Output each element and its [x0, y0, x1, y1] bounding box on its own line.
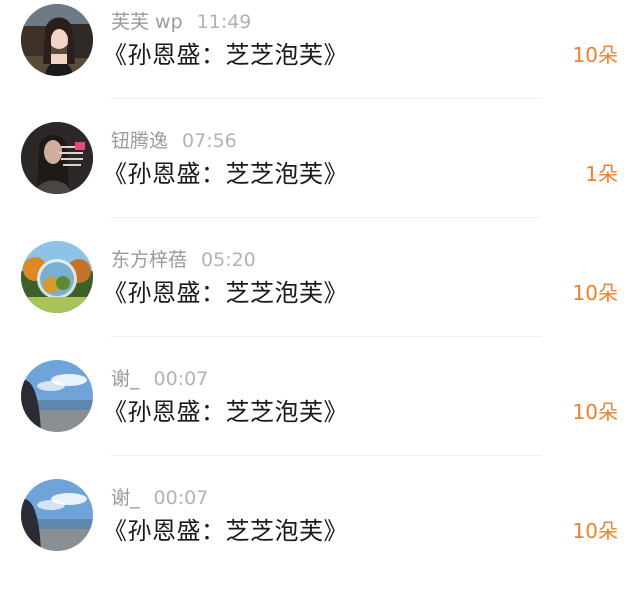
username-text: 谢_ — [111, 368, 140, 390]
comment-text: 《孙恩盛：芝芝泡芙》 — [103, 517, 348, 545]
timestamp: 07:56 — [182, 130, 237, 152]
divider — [111, 455, 541, 456]
comment-row[interactable]: 谢_ 00:07 《孙恩盛：芝芝泡芙》 10朵 — [0, 476, 640, 595]
timestamp: 05:20 — [201, 249, 256, 271]
globe-autumn-trees-icon[interactable] — [21, 241, 93, 313]
comment-text: 《孙恩盛：芝芝泡芙》 — [103, 160, 348, 188]
gift-count: 1朵 — [585, 162, 618, 186]
comment-row[interactable]: 钮腾逸 07:56 《孙恩盛：芝芝泡芙》 1朵 — [0, 119, 640, 238]
comment-text: 《孙恩盛：芝芝泡芙》 — [103, 41, 348, 69]
gift-count: 10朵 — [572, 43, 618, 67]
gift-count: 10朵 — [572, 400, 618, 424]
username[interactable]: 钮腾逸 07:56 — [111, 130, 237, 152]
woman-dark-text-icon[interactable] — [21, 122, 93, 194]
gift-count: 10朵 — [572, 519, 618, 543]
beach-sky-girl-icon[interactable] — [21, 360, 93, 432]
username-text: 芙芙 wp — [111, 11, 183, 33]
comment-row[interactable]: 芙芙 wp 11:49 《孙恩盛：芝芝泡芙》 10朵 — [0, 0, 640, 119]
timestamp: 11:49 — [196, 11, 252, 33]
username[interactable]: 东方梓蓓 05:20 — [111, 249, 256, 271]
comment-list: 芙芙 wp 11:49 《孙恩盛：芝芝泡芙》 10朵 钮腾逸 07:56 《孙恩… — [0, 0, 640, 569]
username-text: 谢_ — [111, 487, 140, 509]
woman-portrait-car-icon[interactable] — [21, 4, 93, 76]
timestamp: 00:07 — [153, 487, 209, 509]
comment-text: 《孙恩盛：芝芝泡芙》 — [103, 398, 348, 426]
comment-row[interactable]: 东方梓蓓 05:20 《孙恩盛：芝芝泡芙》 10朵 — [0, 238, 640, 357]
username-text: 钮腾逸 — [111, 130, 169, 152]
divider — [111, 98, 541, 99]
comment-text: 《孙恩盛：芝芝泡芙》 — [103, 279, 348, 307]
comment-row[interactable]: 谢_ 00:07 《孙恩盛：芝芝泡芙》 10朵 — [0, 357, 640, 476]
username[interactable]: 谢_ 00:07 — [111, 487, 208, 509]
username-text: 东方梓蓓 — [111, 249, 188, 271]
username[interactable]: 谢_ 00:07 — [111, 368, 208, 390]
divider — [111, 336, 541, 337]
username[interactable]: 芙芙 wp 11:49 — [111, 11, 251, 33]
divider — [111, 217, 541, 218]
beach-sky-girl-icon[interactable] — [21, 479, 93, 551]
gift-count: 10朵 — [572, 281, 618, 305]
timestamp: 00:07 — [153, 368, 209, 390]
